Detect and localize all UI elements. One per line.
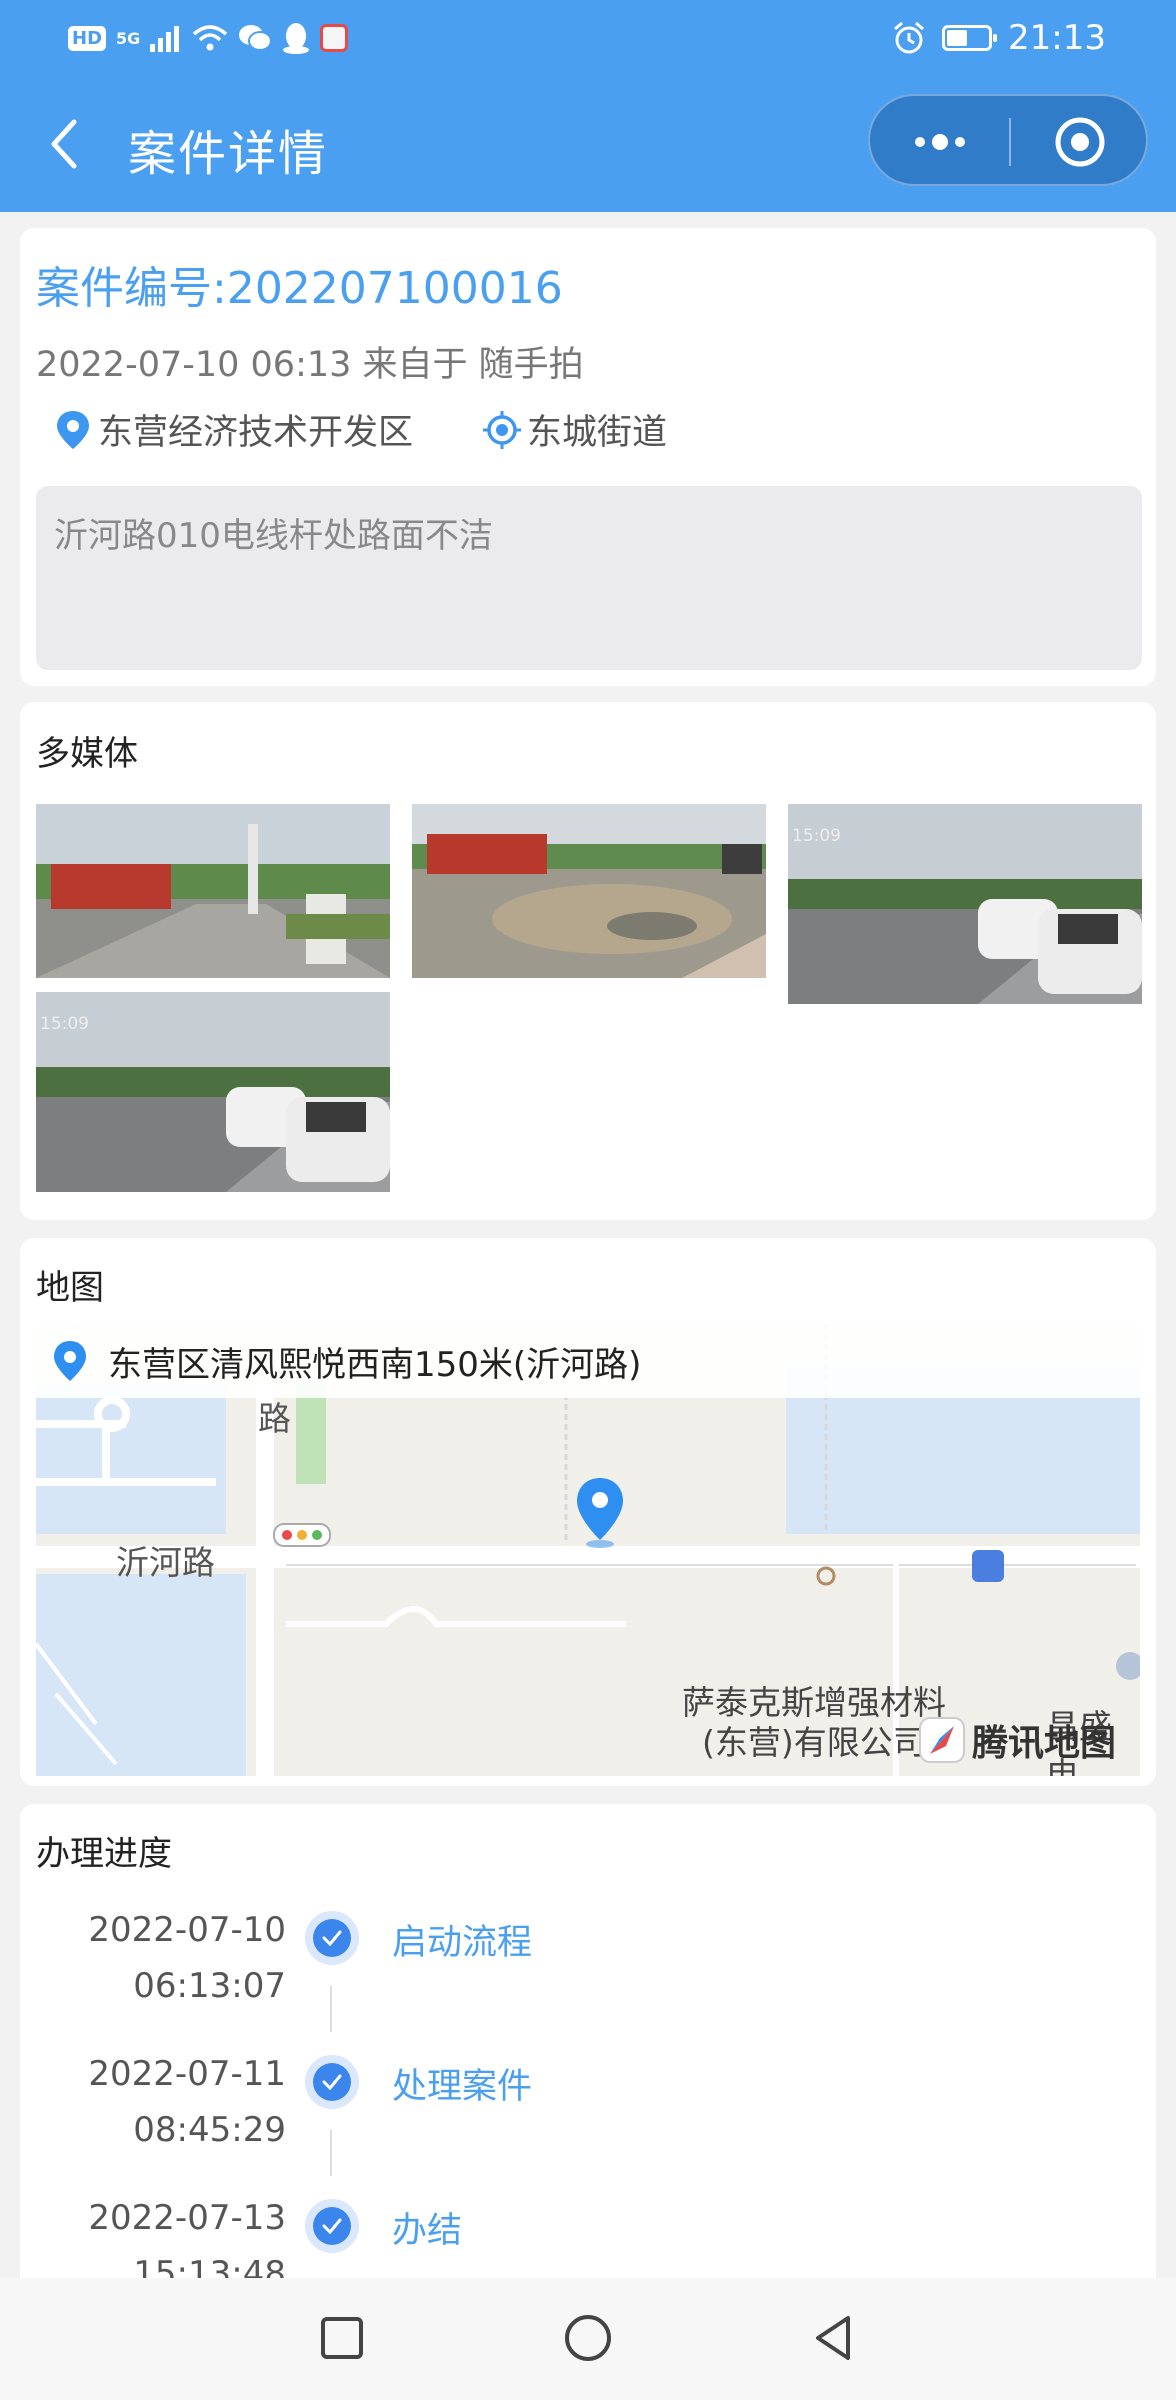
map-view[interactable]: 路 沂河路 萨泰克斯增强材料 (东营)有限公司 昌盛电 东营区清风熙悦西南150… bbox=[36, 1324, 1140, 1776]
map-pin-icon bbox=[57, 410, 89, 449]
check-circle-icon bbox=[305, 1911, 359, 1965]
qq-icon bbox=[283, 23, 310, 54]
step-date: 2022-07-13 bbox=[88, 2198, 286, 2238]
chevron-left-icon[interactable] bbox=[40, 116, 90, 172]
step-label: 启动流程 bbox=[392, 1923, 533, 1963]
photo-road-trucks bbox=[36, 804, 390, 978]
progress-title: 办理进度 bbox=[36, 1834, 172, 1874]
case-number: 案件编号:202207100016 bbox=[36, 263, 563, 314]
step-label: 处理案件 bbox=[392, 2067, 533, 2107]
status-right: 21:13 bbox=[892, 16, 1106, 60]
map-title: 地图 bbox=[36, 1268, 104, 1308]
tencent-map-logo-text: 腾讯地图 bbox=[971, 1723, 1116, 1764]
district-label: 东营经济技术开发区 bbox=[98, 413, 414, 453]
step-time: 08:45:29 bbox=[133, 2110, 286, 2150]
photo-thumbnail-3[interactable]: 15:09 bbox=[788, 804, 1142, 1004]
step-time: 15:13:48 bbox=[133, 2254, 286, 2278]
progress-step: 2022-07-13 15:13:48 办结 bbox=[20, 2198, 1156, 2278]
media-title: 多媒体 bbox=[36, 734, 138, 774]
status-bar: HD 5G 21:13 bbox=[0, 0, 1176, 76]
progress-step: 2022-07-11 08:45:29 处理案件 bbox=[20, 2054, 1156, 2194]
target-close-icon[interactable] bbox=[1054, 116, 1106, 168]
map-address-text: 东营区清风熙悦西南150米(沂河路) bbox=[108, 1344, 642, 1385]
more-dots-icon[interactable] bbox=[910, 122, 970, 162]
map-pin-icon bbox=[54, 1341, 86, 1381]
map-poi-label-line2: (东营)有限公司 bbox=[702, 1723, 926, 1762]
street-label: 东城街道 bbox=[527, 413, 668, 453]
timeline-connector bbox=[330, 1986, 332, 2032]
photo-thumbnail-4[interactable]: 15:09 bbox=[36, 992, 390, 1192]
tencent-map-logo: 腾讯地图 bbox=[918, 1714, 1116, 1766]
photo-thumbnail-2[interactable] bbox=[412, 804, 766, 978]
photo-timestamp: 15:09 bbox=[40, 1014, 89, 1034]
status-left: HD 5G bbox=[68, 18, 349, 58]
alarm-icon bbox=[894, 21, 924, 54]
triangle-back-icon[interactable] bbox=[804, 2308, 864, 2368]
step-label: 办结 bbox=[392, 2211, 463, 2251]
step-time: 06:13:07 bbox=[133, 1966, 286, 2006]
check-circle-icon bbox=[305, 2055, 359, 2109]
progress-card: 办理进度 2022-07-10 06:13:07 启动流程 2022-07-11… bbox=[20, 1804, 1156, 2278]
progress-step: 2022-07-10 06:13:07 启动流程 bbox=[20, 1910, 1156, 2050]
locate-target-icon bbox=[483, 410, 522, 449]
case-description: 沂河路010电线杆处路面不洁 bbox=[36, 486, 1142, 670]
case-meta: 2022-07-10 06:13 来自于 随手拍 bbox=[36, 345, 584, 385]
photo-thumbnail-1[interactable] bbox=[36, 804, 390, 978]
photo-timestamp: 15:09 bbox=[792, 826, 841, 846]
tencent-map-logo-icon bbox=[918, 1717, 965, 1763]
media-card: 多媒体 15:09 15:09 bbox=[20, 702, 1156, 1220]
wifi-icon bbox=[193, 25, 228, 51]
clock: 21:13 bbox=[1008, 18, 1106, 58]
system-nav-bar bbox=[0, 2278, 1176, 2400]
photo-parked-cars bbox=[788, 804, 1142, 1004]
location-row: 东营经济技术开发区 东城街道 bbox=[54, 404, 667, 455]
capsule-divider bbox=[1009, 118, 1011, 166]
signal-icon bbox=[150, 26, 180, 52]
map-address-bar: 东营区清风熙悦西南150米(沂河路) bbox=[36, 1324, 1140, 1398]
hd-badge: HD bbox=[68, 25, 107, 51]
page-title: 案件详情 bbox=[128, 126, 329, 182]
mini-program-capsule bbox=[868, 94, 1148, 186]
square-recent-icon[interactable] bbox=[312, 2308, 372, 2368]
wechat-icon bbox=[239, 25, 273, 51]
step-date: 2022-07-10 bbox=[88, 1910, 286, 1950]
check-circle-icon bbox=[305, 2199, 359, 2253]
map-road-label-vertical: 路 bbox=[258, 1399, 291, 1438]
case-info-card: 案件编号:202207100016 2022-07-10 06:13 来自于 随… bbox=[20, 228, 1156, 686]
battery-icon bbox=[942, 25, 998, 51]
app-header: HD 5G 21:13 案件详情 bbox=[0, 0, 1176, 212]
map-road-label-yihe: 沂河路 bbox=[116, 1543, 215, 1582]
photo-muddy-road bbox=[412, 804, 766, 978]
circle-home-icon[interactable] bbox=[558, 2308, 618, 2368]
step-date: 2022-07-11 bbox=[88, 2054, 286, 2094]
network-label: 5G bbox=[116, 28, 141, 48]
location-pin-icon bbox=[577, 1478, 623, 1548]
map-card: 地图 路 沂河路 萨泰克斯增强材料 (东营)有限公司 昌盛电 东营区清风熙悦西南… bbox=[20, 1238, 1156, 1786]
title-bar: 案件详情 bbox=[0, 86, 1176, 202]
photo-parked-cars bbox=[36, 992, 390, 1192]
book-app-icon bbox=[320, 24, 349, 52]
timeline-connector bbox=[330, 2130, 332, 2176]
